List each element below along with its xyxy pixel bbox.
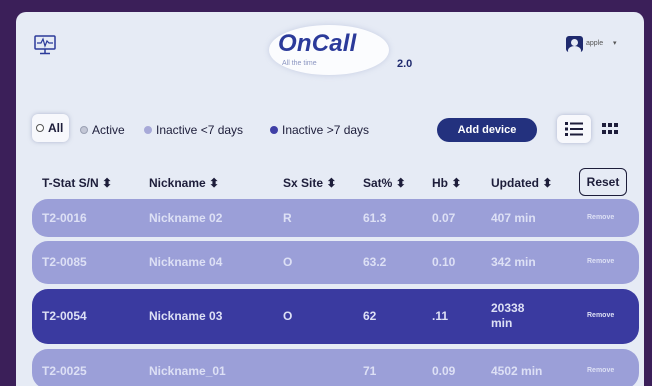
monitor-icon[interactable] [34, 35, 56, 55]
cell-sat: 71 [363, 364, 377, 378]
add-device-button[interactable]: Add device [437, 118, 537, 142]
grid-view-icon[interactable] [600, 120, 620, 138]
cell-hb: 0.09 [432, 364, 456, 378]
filter-inactive-gt7-label: Inactive >7 days [282, 123, 370, 137]
chevron-down-icon[interactable]: ▾ [613, 39, 617, 47]
cell-serial: T2-0025 [42, 364, 87, 378]
table-row[interactable]: T2-0085 Nickname 04 O 63.2 0.10 342 min … [32, 241, 639, 284]
logo-version: 2.0 [397, 58, 413, 70]
filter-all[interactable]: All [32, 114, 70, 142]
table-row[interactable]: T2-0025 Nickname_01 71 0.09 4502 min Rem… [32, 349, 639, 386]
filter-inactive-lt7[interactable]: Inactive <7 days [144, 119, 243, 141]
cell-site: O [283, 309, 293, 323]
cell-serial: T2-0085 [42, 255, 87, 269]
filter-active-label: Active [92, 123, 125, 137]
radio-icon [36, 124, 44, 132]
cell-nickname: Nickname_01 [149, 364, 226, 378]
column-header-site[interactable]: Sx Site ⬍ [283, 176, 336, 190]
cell-nickname: Nickname 02 [149, 211, 223, 225]
user-avatar-icon[interactable] [566, 36, 583, 52]
table-row[interactable]: T2-0016 Nickname 02 R 61.3 0.07 407 min … [32, 199, 639, 237]
cell-site: O [283, 255, 293, 269]
table-row[interactable]: T2-0054 Nickname 03 O 62 .11 20338 min R… [32, 289, 639, 344]
cell-hb: .11 [432, 309, 449, 323]
logo-tagline: All the time [282, 60, 317, 67]
list-view-button[interactable] [557, 115, 591, 143]
filter-active[interactable]: Active [80, 119, 125, 141]
list-view-icon [565, 122, 583, 136]
sort-icon: ⬍ [326, 176, 337, 190]
cell-site: R [283, 211, 292, 225]
remove-button[interactable]: Remove [587, 214, 614, 221]
cell-updated-unit: min [491, 316, 513, 330]
sort-icon: ⬍ [395, 176, 406, 190]
cell-nickname: Nickname 04 [149, 255, 223, 269]
cell-serial: T2-0016 [42, 211, 87, 225]
cell-hb: 0.10 [432, 255, 456, 269]
filter-all-label: All [48, 121, 64, 135]
filter-inactive-gt7[interactable]: Inactive >7 days [270, 119, 369, 141]
remove-button[interactable]: Remove [587, 367, 614, 374]
column-header-updated[interactable]: Updated ⬍ [491, 176, 552, 190]
column-header-hb[interactable]: Hb ⬍ [432, 176, 461, 190]
radio-icon [144, 126, 152, 134]
column-header-nickname[interactable]: Nickname ⬍ [149, 176, 219, 190]
sort-icon: ⬍ [102, 176, 113, 190]
cell-sat: 62 [363, 309, 377, 323]
reset-button[interactable]: Reset [579, 168, 627, 196]
remove-button[interactable]: Remove [587, 258, 614, 265]
logo-title: OnCall [278, 30, 357, 57]
cell-updated: 4502 min [491, 364, 543, 378]
cell-sat: 63.2 [363, 255, 387, 269]
cell-updated: 20338 [491, 301, 525, 315]
cell-serial: T2-0054 [42, 309, 87, 323]
cell-sat: 61.3 [363, 211, 387, 225]
sort-icon: ⬍ [209, 176, 220, 190]
column-header-serial[interactable]: T-Stat S/N ⬍ [42, 176, 112, 190]
cell-updated: 342 min [491, 255, 536, 269]
user-name[interactable]: apple [586, 40, 603, 47]
remove-button[interactable]: Remove [587, 312, 614, 319]
filter-inactive-lt7-label: Inactive <7 days [156, 123, 244, 137]
cell-nickname: Nickname 03 [149, 309, 223, 323]
radio-icon [270, 126, 278, 134]
app-panel: OnCall All the time 2.0 apple ▾ All Acti… [16, 12, 644, 386]
cell-hb: 0.07 [432, 211, 456, 225]
column-header-sat[interactable]: Sat% ⬍ [363, 176, 406, 190]
cell-updated: 407 min [491, 211, 536, 225]
radio-icon [80, 126, 88, 134]
sort-icon: ⬍ [451, 176, 462, 190]
sort-icon: ⬍ [542, 176, 553, 190]
